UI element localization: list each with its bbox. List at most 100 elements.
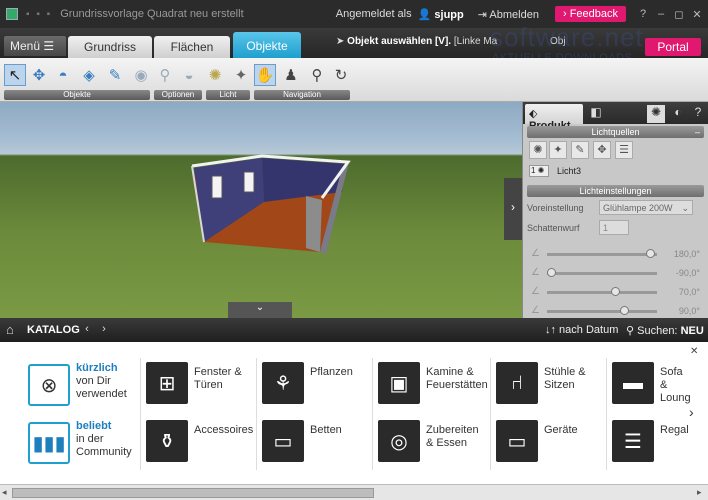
expand-panel-button[interactable]: ›: [504, 178, 522, 240]
tab-material-icon[interactable]: ◧: [587, 105, 605, 123]
rotate-object-icon[interactable]: ◓: [52, 64, 74, 86]
catalog-next-button[interactable]: ›: [97, 323, 111, 337]
light-number: 1 ✺: [529, 165, 549, 177]
light-list-item[interactable]: 1 ✺ Licht3: [527, 163, 704, 179]
tab-help-icon[interactable]: ?: [689, 105, 707, 123]
nav-orbit-icon[interactable]: ♟: [280, 64, 302, 86]
quick-popular-bold: beliebt: [76, 420, 112, 432]
user-name-text: sjupp: [434, 8, 464, 21]
category-label-line1: Stühle &: [544, 366, 586, 378]
category-label-line2: Türen: [194, 379, 223, 391]
section-lichtquellen[interactable]: Lichtquellen –: [527, 126, 704, 138]
quick-access-icons[interactable]: ▪ ▪ ▪: [26, 9, 52, 20]
help-button[interactable]: ?: [636, 8, 650, 20]
scroll-left-arrow-icon[interactable]: ◂: [2, 487, 7, 498]
home-icon[interactable]: ⌂: [6, 322, 14, 337]
user-name[interactable]: 👤 sjupp: [418, 8, 464, 21]
category-stuehle[interactable]: ⑁ Stühle & Sitzen: [496, 362, 608, 410]
tab-globe-icon[interactable]: ◐: [669, 105, 687, 123]
sort-button[interactable]: ↓↑ nach Datum: [545, 324, 618, 336]
search-value: NEU: [680, 325, 704, 337]
catalog-scroll-right-icon[interactable]: ›: [689, 404, 694, 420]
light-name: Licht3: [557, 166, 582, 176]
slider-knob[interactable]: [611, 287, 621, 296]
group-objekte: Objekte: [4, 90, 150, 100]
preset-select[interactable]: Glühlampe 200W ⌄: [599, 200, 693, 215]
close-button[interactable]: ✕: [690, 8, 704, 21]
slider-track[interactable]: [547, 272, 657, 275]
category-label-line2: Feuerstätten: [426, 379, 488, 391]
section-lichteinstellungen[interactable]: Lichteinstellungen: [527, 185, 704, 197]
edit-light-icon[interactable]: ✎: [571, 141, 589, 159]
select-arrow-icon[interactable]: ↖: [4, 64, 26, 86]
category-pflanzen[interactable]: ⚘ Pflanzen: [262, 362, 374, 410]
category-label-line1: Sofa &: [660, 366, 683, 391]
category-label-line1: Kamine &: [426, 366, 474, 378]
menu-button[interactable]: Menü ☰: [4, 36, 66, 56]
light-bulb-icon[interactable]: ✺: [204, 64, 226, 86]
slider-track[interactable]: [547, 291, 657, 294]
paint-object-icon[interactable]: ✎: [104, 64, 126, 86]
nav-zoom-icon[interactable]: ⚲: [306, 64, 328, 86]
option-icon-3[interactable]: ◒: [178, 64, 200, 86]
maximize-button[interactable]: ◻: [672, 8, 686, 21]
category-sofa[interactable]: ▬ Sofa & Loung: [612, 362, 691, 410]
category-label: Regal: [660, 424, 689, 436]
slider-knob[interactable]: [547, 268, 556, 277]
scroll-right-arrow-icon[interactable]: ▸: [697, 487, 702, 498]
catalog-prev-button[interactable]: ‹: [80, 323, 94, 337]
nav-reset-icon[interactable]: ↻: [330, 64, 352, 86]
catalog-divider: [490, 358, 491, 470]
category-geraete[interactable]: ▭ Geräte: [496, 420, 608, 468]
catalog-title: KATALOG: [27, 324, 80, 336]
nav-walk-icon[interactable]: ✋: [254, 64, 276, 86]
bed-icon: ▭: [262, 420, 304, 462]
slider-knob[interactable]: [619, 306, 629, 315]
feedback-button[interactable]: › Feedback: [554, 6, 626, 22]
light-add-icon[interactable]: ✦: [230, 64, 252, 86]
minimize-button[interactable]: –: [654, 8, 668, 20]
tab-produkt[interactable]: ⬖ Produkt: [525, 104, 583, 132]
category-fenster-tueren[interactable]: ⊞ Fenster & Türen: [146, 362, 258, 410]
search-button[interactable]: ⚲ Suchen: NEU: [626, 324, 704, 337]
tab-flaechen[interactable]: Flächen: [154, 36, 230, 58]
category-kamine[interactable]: ▣ Kamine & Feuerstätten: [378, 362, 490, 410]
logout-button[interactable]: ⇥ Abmelden: [478, 8, 539, 21]
quick-popular-text: beliebt in der Community: [76, 420, 132, 459]
angle-icon: ∠: [531, 286, 540, 297]
slider-track[interactable]: [547, 253, 657, 256]
window-door-icon: ⊞: [146, 362, 188, 404]
tab-grundriss[interactable]: Grundriss: [68, 36, 152, 58]
slider-knob[interactable]: [645, 249, 655, 258]
scrollbar-thumb[interactable]: [12, 488, 374, 498]
quick-recent[interactable]: ⊗ kürzlich von Dir verwendet: [28, 360, 138, 410]
slider-track[interactable]: [547, 310, 657, 313]
quick-popular[interactable]: ▮▮▮ beliebt in der Community: [28, 418, 138, 468]
light-list-icon[interactable]: ☰: [615, 141, 633, 159]
window-2: [243, 171, 255, 193]
horizontal-scrollbar[interactable]: ◂ ▸: [0, 484, 708, 500]
compass-icon: ⊗: [28, 364, 70, 406]
portal-button[interactable]: Portal: [645, 38, 701, 56]
category-label-line2: Loung: [660, 392, 691, 404]
move-icon[interactable]: ✥: [28, 64, 50, 86]
scale-object-icon[interactable]: ◈: [78, 64, 100, 86]
option-icon-2[interactable]: ⚲: [154, 64, 176, 86]
move-light-icon[interactable]: ✥: [593, 141, 611, 159]
option-icon-1[interactable]: ◉: [130, 64, 152, 86]
tab-objekte[interactable]: Objekte: [233, 32, 301, 58]
product-tag-icon: ⬖: [529, 108, 538, 120]
shadow-input[interactable]: 1: [599, 220, 629, 235]
category-accessoires[interactable]: ⚱ Accessoires: [146, 420, 258, 468]
collapse-icon[interactable]: –: [695, 126, 700, 138]
add-bulb-icon[interactable]: ✺: [529, 141, 547, 159]
category-betten[interactable]: ▭ Betten: [262, 420, 374, 468]
category-regale[interactable]: ☰ Regal: [612, 420, 689, 468]
chair-icon: ⑁: [496, 362, 538, 404]
3d-viewport[interactable]: › ⌄: [0, 102, 522, 318]
expand-catalog-button[interactable]: ⌄: [228, 302, 292, 318]
add-spot-icon[interactable]: ✦: [549, 141, 567, 159]
category-zubereiten[interactable]: ◎ Zubereiten & Essen: [378, 420, 490, 468]
tab-light-icon[interactable]: ✺: [647, 105, 665, 123]
catalog-close-icon[interactable]: ✕: [690, 346, 698, 357]
